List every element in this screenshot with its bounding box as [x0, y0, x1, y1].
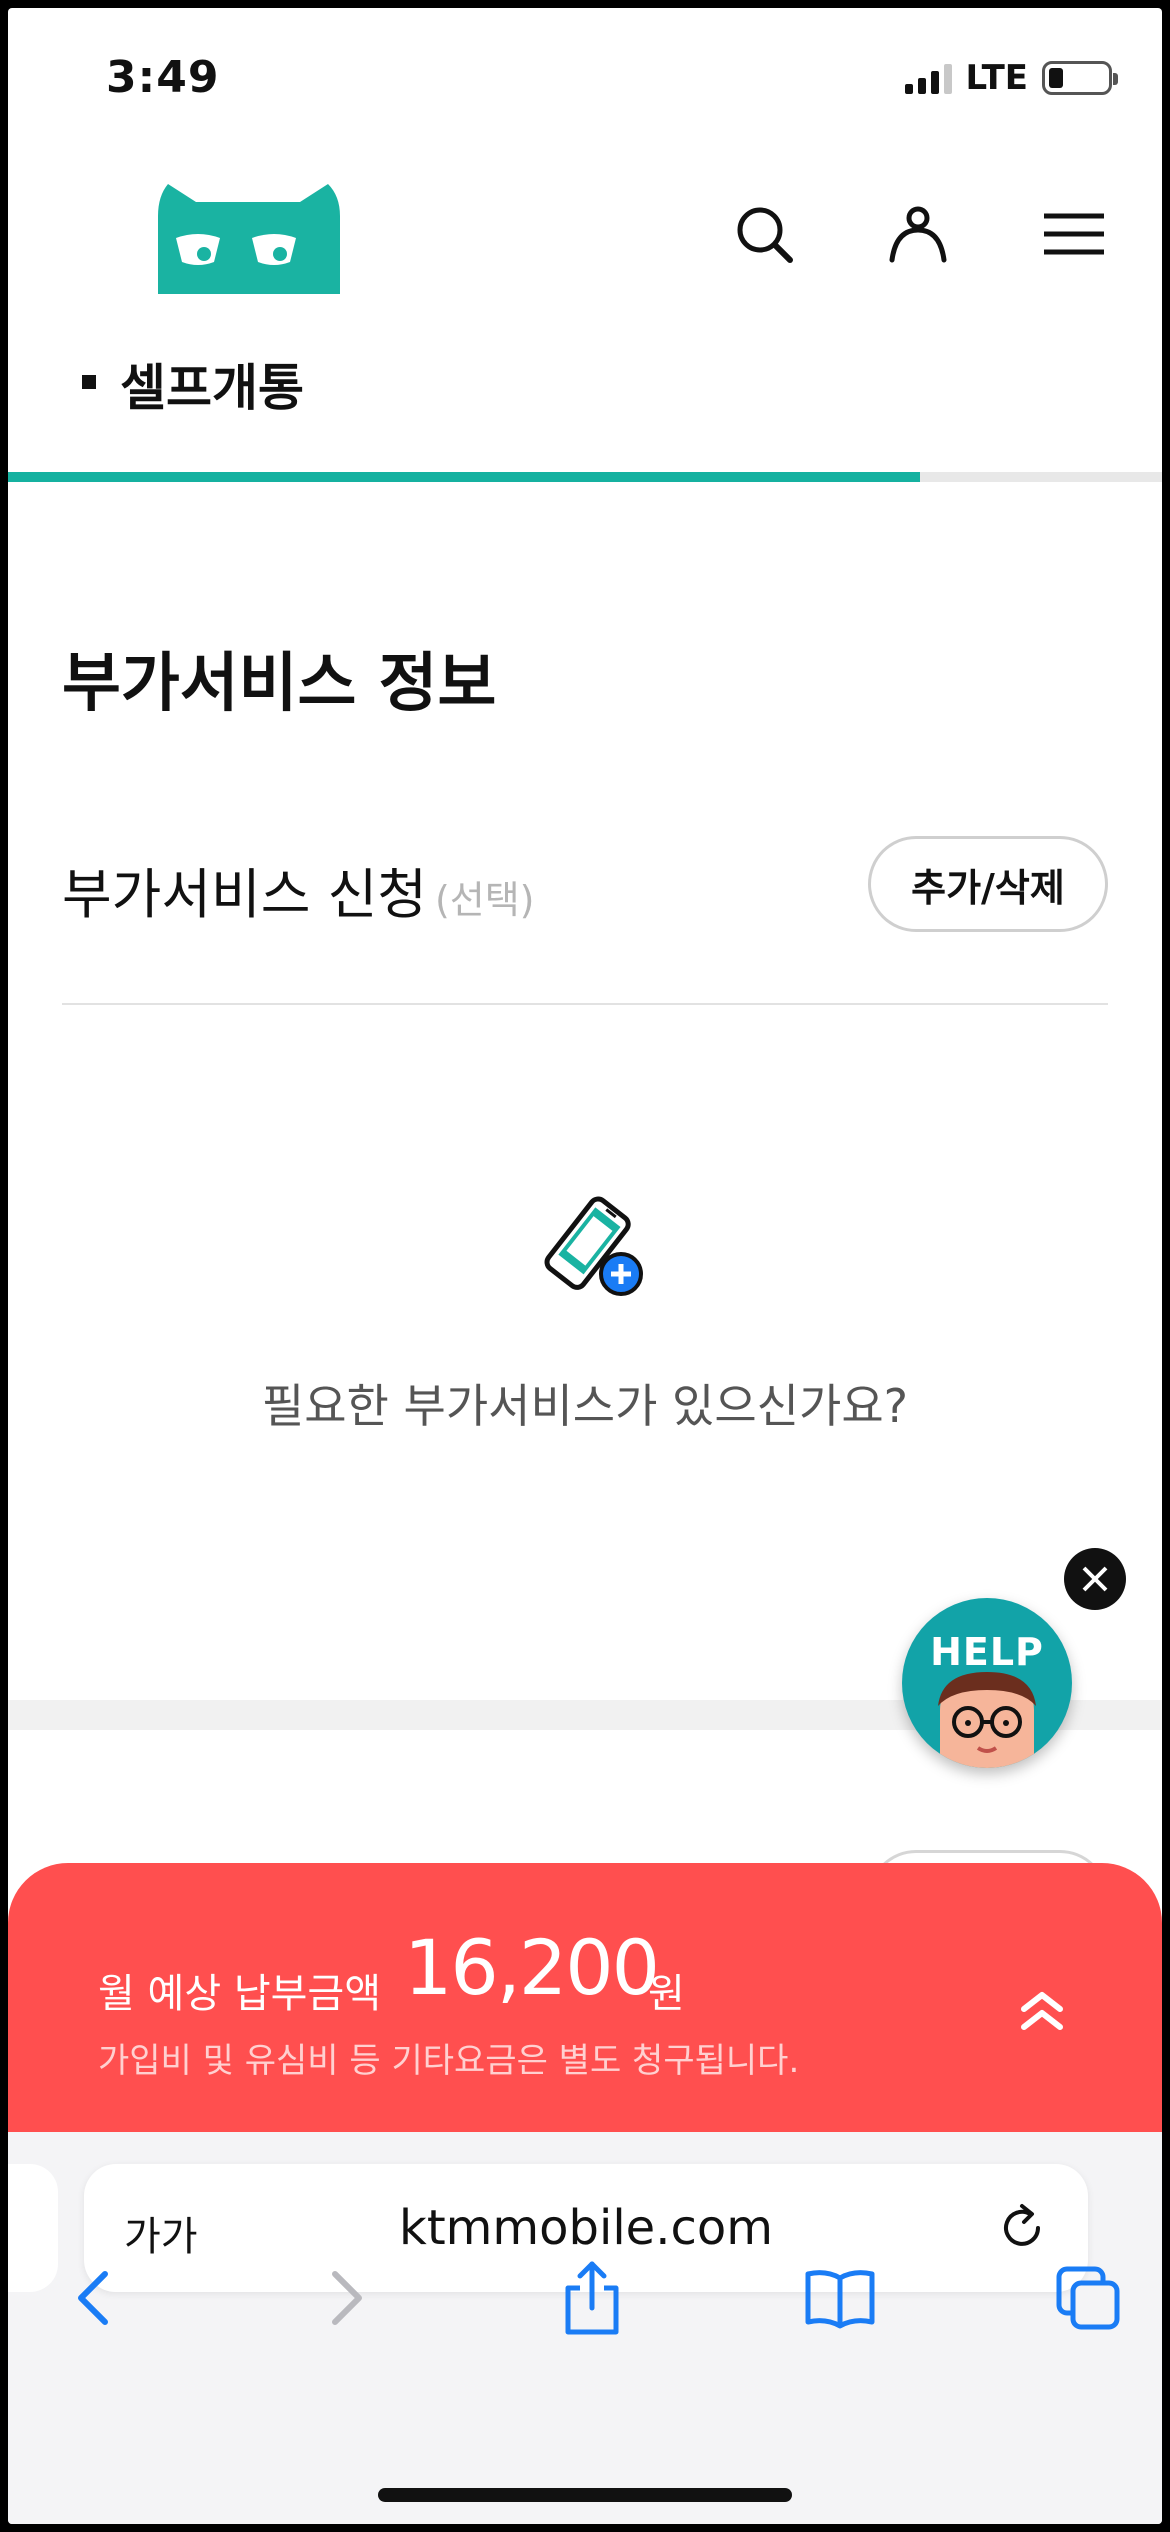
- close-icon[interactable]: [1064, 1548, 1126, 1610]
- step-progress-fill: [8, 472, 920, 482]
- share-icon[interactable]: [552, 2258, 632, 2338]
- fee-summary-panel: 월 예상 납부금액 16,200 원 가입비 및 유심비 등 기타요금은 별도 …: [8, 1863, 1162, 2173]
- url-text[interactable]: ktmmobile.com: [84, 2200, 1088, 2256]
- cat-logo-icon[interactable]: [148, 176, 348, 294]
- previous-tab-edge[interactable]: [8, 2164, 58, 2292]
- section-title: 셀프개통: [120, 359, 304, 417]
- back-icon[interactable]: [54, 2258, 134, 2338]
- battery-icon: [1042, 61, 1118, 95]
- empty-state-text: 필요한 부가서비스가 있으신가요?: [261, 1379, 909, 1433]
- menu-icon[interactable]: [1034, 194, 1114, 274]
- tabs-icon[interactable]: [1048, 2258, 1128, 2338]
- signal-icon: [904, 62, 952, 94]
- network-label: LTE: [965, 58, 1028, 98]
- addon-row-label: 부가서비스 신청 (선택): [62, 850, 535, 929]
- header-actions: [662, 194, 1162, 274]
- optional-label: (선택): [434, 878, 535, 922]
- add-remove-button[interactable]: 추가/삭제: [868, 836, 1108, 932]
- bookmarks-icon[interactable]: [800, 2258, 880, 2338]
- avatar: [938, 1672, 1036, 1768]
- forward-icon[interactable]: [306, 2258, 386, 2338]
- section-bullet: [82, 375, 96, 389]
- double-chevron-up-icon[interactable]: [1014, 1983, 1070, 2039]
- status-time: 3:49: [106, 52, 220, 103]
- status-indicators: LTE: [904, 58, 1118, 98]
- fee-label: 월 예상 납부금액: [98, 1971, 382, 2017]
- reload-icon[interactable]: [992, 2198, 1052, 2258]
- addon-label-text: 부가서비스 신청: [62, 863, 427, 926]
- page-heading: 부가서비스 정보: [62, 647, 497, 721]
- step-progress-bar: [8, 472, 1162, 482]
- divider: [62, 1003, 1108, 1005]
- phone-add-icon: [544, 1196, 643, 1296]
- user-icon[interactable]: [878, 194, 958, 274]
- app-screen: 3:49 LTE 셀프개통 부가서비스 정보 부가서비스 신청 (선택) 추가/…: [8, 8, 1162, 2524]
- fee-unit: 원: [648, 1971, 685, 2017]
- help-button[interactable]: HELP: [902, 1598, 1072, 1768]
- fee-note: 가입비 및 유심비 등 기타요금은 별도 청구됩니다.: [98, 2041, 800, 2081]
- home-indicator: [378, 2488, 792, 2502]
- search-icon[interactable]: [724, 194, 804, 274]
- fee-amount: 16,200: [404, 1923, 660, 2012]
